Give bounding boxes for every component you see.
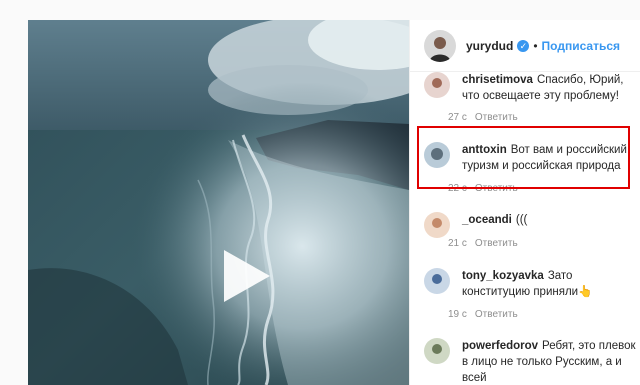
comment-item: anttoxin Вот вам и российский туризм и ро… xyxy=(424,142,640,174)
comment-body: tony_kozyavka Зато конституцию приняли👆 xyxy=(462,268,637,300)
post-panel: yurydud ✓ • Подписаться chrisetimova Спас… xyxy=(409,20,640,385)
verified-badge-icon: ✓ xyxy=(517,39,530,52)
comment-item: _oceandi((( xyxy=(424,212,640,238)
reply-button[interactable]: Ответить xyxy=(475,112,518,123)
commenter-avatar[interactable] xyxy=(424,212,450,238)
post-header: yurydud ✓ • Подписаться xyxy=(410,20,640,72)
follow-button[interactable]: Подписаться xyxy=(542,39,620,53)
author-avatar[interactable] xyxy=(424,29,456,62)
comment-body: _oceandi((( xyxy=(462,212,637,238)
comment-username[interactable]: anttoxin xyxy=(462,144,507,156)
comment-meta: 19 с Ответить xyxy=(448,309,518,320)
comment-item: chrisetimova Спасибо, Юрий, что освещаете… xyxy=(424,72,640,104)
reply-button[interactable]: Ответить xyxy=(475,183,518,194)
reply-button[interactable]: Ответить xyxy=(475,238,518,249)
commenter-avatar[interactable] xyxy=(424,268,450,294)
author-username[interactable]: yurydud xyxy=(466,39,513,53)
comment-time: 27 с xyxy=(448,112,467,123)
reply-button[interactable]: Ответить xyxy=(475,309,518,320)
comment-time: 22 с xyxy=(448,183,467,194)
comment-text: ((( xyxy=(515,214,528,226)
comment-time: 19 с xyxy=(448,309,467,320)
aerial-sea-image xyxy=(28,20,409,385)
comment-username[interactable]: powerfedorov xyxy=(462,340,538,352)
comment-item: tony_kozyavka Зато конституцию приняли👆 xyxy=(424,268,640,300)
comment-body: anttoxin Вот вам и российский туризм и ро… xyxy=(462,142,637,174)
comment-username[interactable]: chrisetimova xyxy=(462,74,533,86)
comment-meta: 27 с Ответить xyxy=(448,112,518,123)
comment-item: powerfedorov Ребят, это плевок в лицо не … xyxy=(424,338,640,385)
play-icon[interactable] xyxy=(224,250,270,302)
commenter-avatar[interactable] xyxy=(424,142,450,168)
comment-username[interactable]: tony_kozyavka xyxy=(462,270,544,282)
comments-list: chrisetimova Спасибо, Юрий, что освещаете… xyxy=(410,72,640,385)
comment-username[interactable]: _oceandi xyxy=(462,214,512,226)
comment-body: chrisetimova Спасибо, Юрий, что освещаете… xyxy=(462,72,637,104)
instagram-post-page: › yurydud ✓ • Подписаться xyxy=(0,0,640,385)
comment-meta: 21 с Ответить xyxy=(448,238,518,249)
post-video[interactable]: › xyxy=(28,20,409,385)
commenter-avatar[interactable] xyxy=(424,338,450,364)
commenter-avatar[interactable] xyxy=(424,72,450,98)
comment-body: powerfedorov Ребят, это плевок в лицо не … xyxy=(462,338,637,385)
comment-meta: 22 с Ответить xyxy=(448,183,518,194)
comment-time: 21 с xyxy=(448,238,467,249)
separator-dot: • xyxy=(533,38,538,53)
